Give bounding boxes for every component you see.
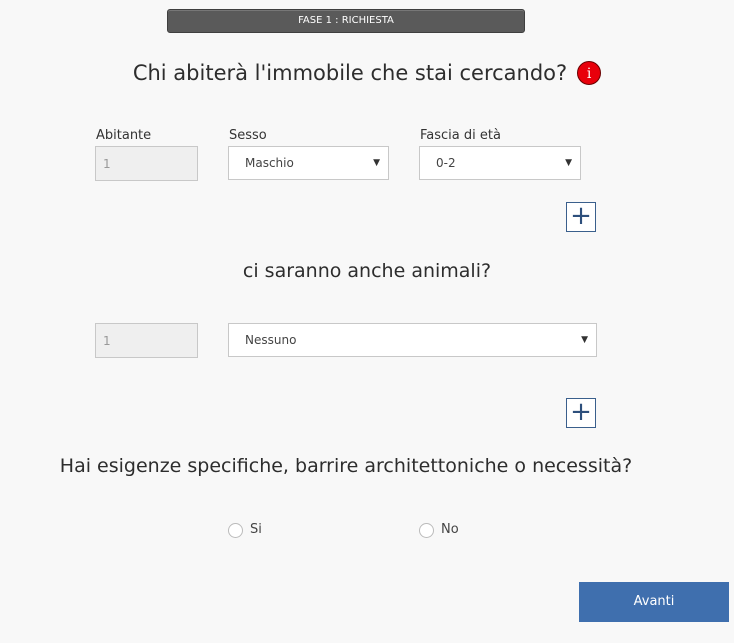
sesso-select[interactable]: Maschio ▼ <box>228 146 389 180</box>
chevron-down-icon: ▼ <box>565 158 572 168</box>
info-icon[interactable]: i <box>577 61 602 85</box>
step-indicator: FASE 1 : RICHIESTA <box>167 9 525 33</box>
abitante-input[interactable]: 1 <box>95 146 198 181</box>
question-residents: Chi abiterà l'immobile che stai cercando… <box>0 60 734 85</box>
chevron-down-icon: ▼ <box>581 335 588 345</box>
animal-type-select[interactable]: Nessuno ▼ <box>228 323 597 357</box>
abitante-value: 1 <box>103 156 111 171</box>
question-needs: Hai esigenze specifiche, barrire archite… <box>59 455 633 477</box>
fascia-eta-value: 0-2 <box>436 156 456 170</box>
sesso-value: Maschio <box>245 156 294 170</box>
add-animal-button[interactable]: + <box>566 398 596 428</box>
label-abitante: Abitante <box>96 128 152 143</box>
animal-type-value: Nessuno <box>245 333 297 347</box>
question-animals: ci saranno anche animali? <box>242 260 492 282</box>
radio-si[interactable] <box>228 523 243 538</box>
radio-no[interactable] <box>419 523 434 538</box>
animal-count-value: 1 <box>103 333 111 348</box>
chevron-down-icon: ▼ <box>373 158 380 168</box>
label-fascia-eta: Fascia di età <box>420 128 501 143</box>
question-residents-text: Chi abiterà l'immobile che stai cercando… <box>132 61 568 85</box>
radio-no-label: No <box>441 522 459 537</box>
animal-count-input[interactable]: 1 <box>95 323 198 358</box>
next-button[interactable]: Avanti <box>579 582 729 622</box>
radio-si-label: Si <box>250 522 262 537</box>
add-resident-button[interactable]: + <box>566 202 596 232</box>
fascia-eta-select[interactable]: 0-2 ▼ <box>419 146 581 180</box>
label-sesso: Sesso <box>229 128 267 143</box>
